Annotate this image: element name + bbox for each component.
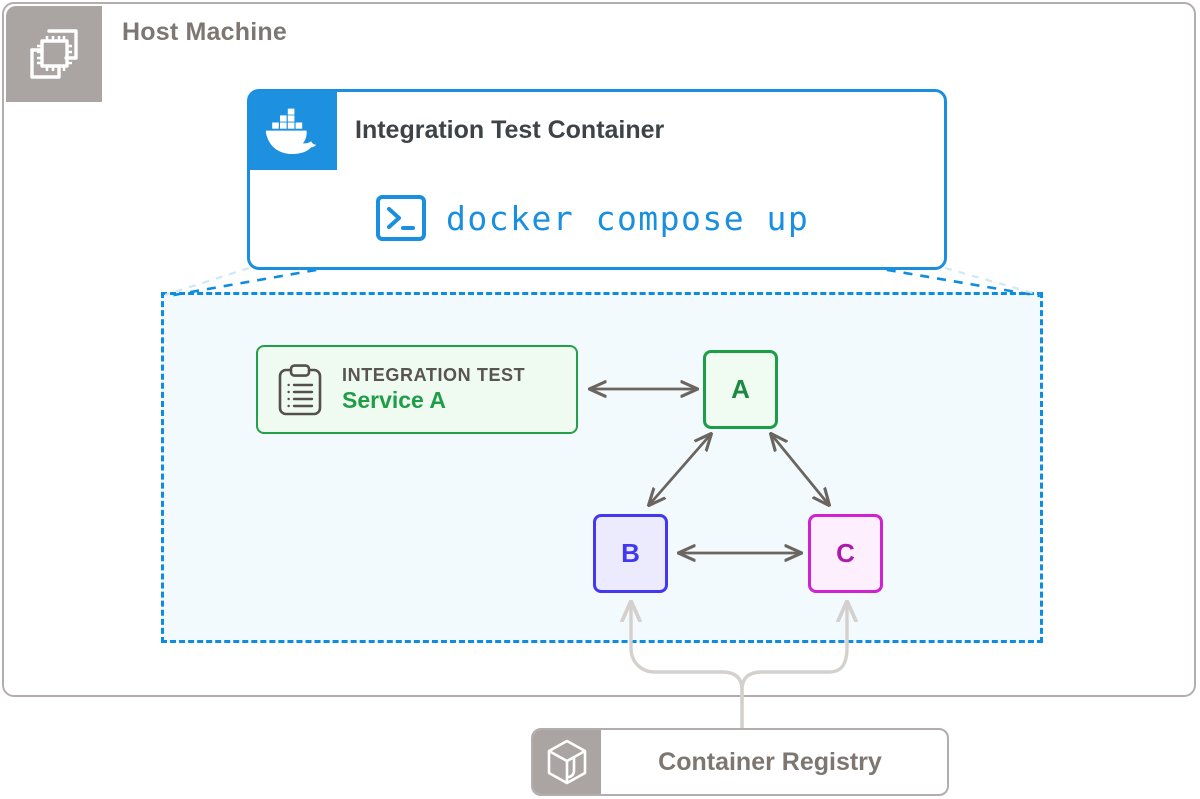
service-a-card: INTEGRATION TEST Service A: [256, 345, 578, 434]
diagram-canvas: Host Machine node A --> node B --> node …: [0, 0, 1200, 799]
docker-whale-icon: [265, 108, 317, 154]
clipboard-list-icon: [278, 363, 322, 415]
host-machine-badge: [6, 6, 102, 102]
terminal-prompt-icon: [376, 195, 426, 241]
cpu-chip-icon: [30, 29, 78, 79]
service-a-name: Service A: [342, 387, 446, 413]
container-registry-box: Container Registry: [531, 728, 949, 796]
compose-command-text: docker compose up: [446, 198, 810, 238]
compose-command-row: docker compose up: [375, 192, 809, 244]
service-node-a[interactable]: A: [703, 350, 778, 429]
cube-3d-icon: [547, 739, 587, 785]
container-registry-label: Container Registry: [658, 747, 882, 776]
integration-test-container-box: Integration Test Container docker compos…: [247, 89, 947, 270]
service-node-b[interactable]: B: [593, 514, 668, 593]
service-node-c[interactable]: C: [808, 514, 883, 593]
container-registry-badge: [533, 730, 601, 794]
service-a-kicker: INTEGRATION TEST: [342, 365, 526, 385]
host-machine-title: Host Machine: [122, 18, 287, 46]
docker-badge: [249, 91, 337, 170]
integration-test-container-title: Integration Test Container: [355, 116, 665, 144]
service-a-card-text: INTEGRATION TEST Service A: [342, 365, 525, 414]
